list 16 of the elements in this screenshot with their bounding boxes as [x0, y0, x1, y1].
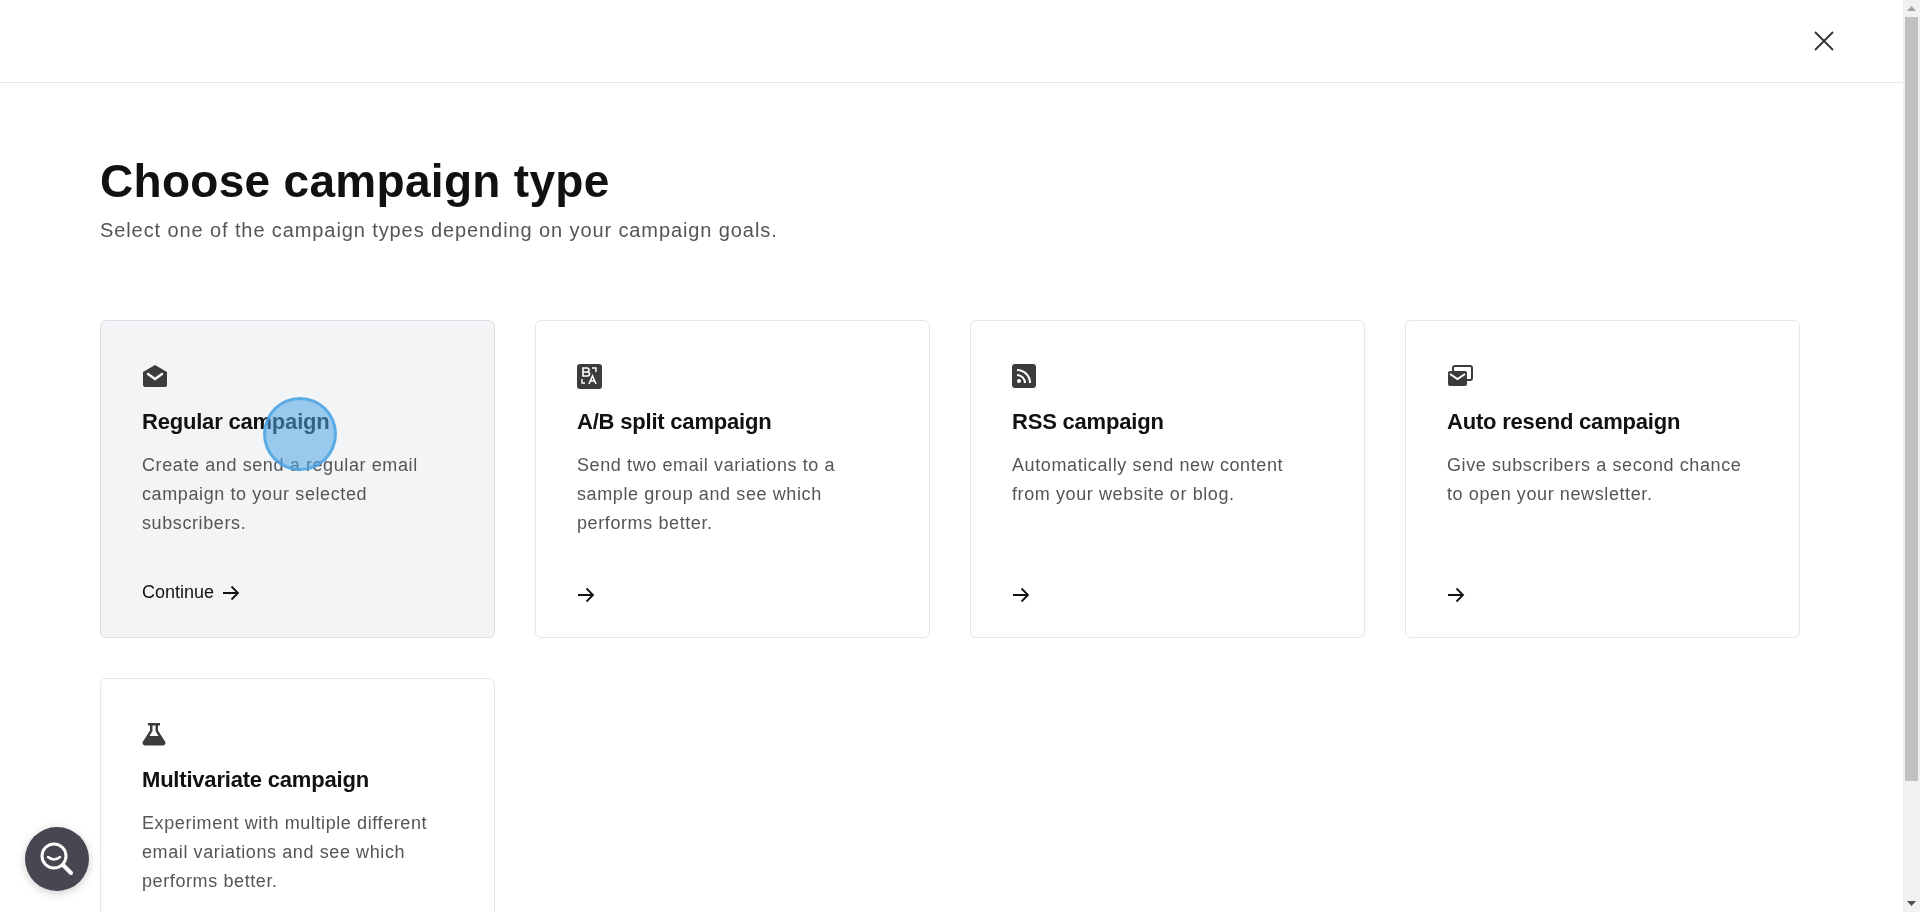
campaign-card[interactable]: Auto resend campaign Give subscribers a second chance to open your newsletter.	[1405, 320, 1800, 638]
campaign-card[interactable]: Multivariate campaign Experiment with multiple different email variations and see which performs better.	[100, 678, 495, 912]
card-description: Experiment with multiple different email variations and see which performs better.	[142, 812, 429, 893]
card-title: Auto resend campaign	[1447, 408, 1682, 436]
card-description: Give subscribers a second chance to open your newsletter.	[1447, 454, 1743, 506]
card-title: Multivariate campaign	[142, 766, 370, 794]
card-description: Automatically send new content from your website or blog.	[1012, 454, 1285, 506]
campaign-card[interactable]: A/B split campaign Send two email variations to a sample group and see which performs better.	[535, 320, 930, 638]
page-title: Choose campaign type	[100, 154, 611, 209]
card-title: Regular campaign	[142, 408, 331, 436]
card-title: RSS campaign	[1012, 408, 1165, 436]
page-subtitle: Select one of the campaign types depending on your campaign goals.	[100, 219, 779, 242]
card-description: Send two email variations to a sample group and see which performs better.	[577, 454, 837, 535]
card-title: A/B split campaign	[577, 408, 773, 436]
continue-link[interactable]: Continue	[142, 582, 241, 603]
campaign-card[interactable]: RSS campaign Automatically send new content from your website or blog.	[970, 320, 1365, 638]
